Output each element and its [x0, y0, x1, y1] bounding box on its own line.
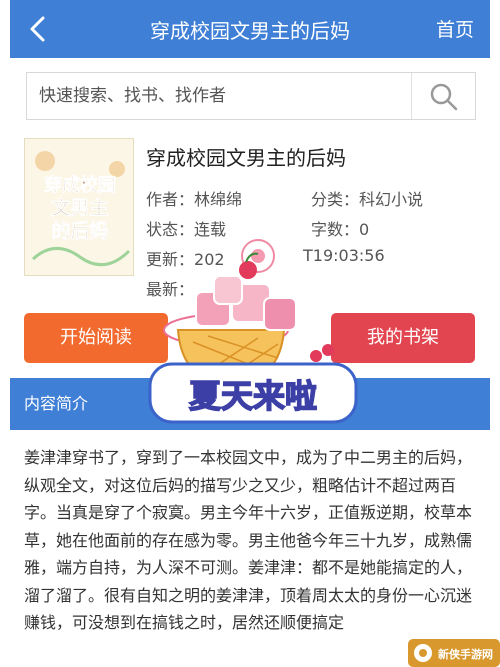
cover-title-line-3: 的后妈 — [51, 219, 108, 242]
watermark-text: 新侠手游网 — [438, 648, 493, 661]
author-label: 作者： — [146, 190, 195, 209]
category-row: 分类：科幻小说 — [311, 186, 423, 210]
sticker-text: 夏天来啦 — [189, 377, 317, 415]
home-link[interactable]: 首页 — [436, 15, 474, 42]
search-icon — [430, 83, 458, 111]
cover-art: 穿成校园 文男主 的后妈 — [31, 151, 131, 267]
category-value[interactable]: 科幻小说 — [359, 190, 423, 209]
top-bar: 穿成校园文男主的后妈 首页 — [10, 0, 490, 58]
category-label: 分类： — [311, 190, 360, 209]
page-title: 穿成校园文男主的后妈 — [150, 19, 350, 43]
cover-title-line-1: 穿成校园 — [44, 174, 116, 196]
intro-text: 姜津津穿书了，穿到了一本校园文中，成为了中二男主的后妈，纵观全文，对这位后妈的描… — [24, 448, 473, 632]
page: 穿成校园文男主的后妈 首页 穿成校园 文男主 的后妈 穿成校园文男主的后妈 作者… — [0, 0, 500, 667]
author-row: 作者：林绵绵 — [146, 186, 242, 210]
book-cover[interactable]: 穿成校园 文男主 的后妈 — [24, 138, 134, 276]
cover-title-line-2: 文男主 — [51, 196, 108, 219]
summer-ice-cream-sticker: 夏天来啦 — [148, 239, 358, 424]
author-name[interactable]: 林绵绵 — [194, 190, 242, 209]
search-bar — [26, 72, 476, 120]
search-button[interactable] — [412, 73, 475, 119]
search-input[interactable] — [27, 73, 411, 119]
book-title: 穿成校园文男主的后妈 — [146, 146, 346, 170]
intro-heading: 内容简介 — [24, 394, 89, 413]
